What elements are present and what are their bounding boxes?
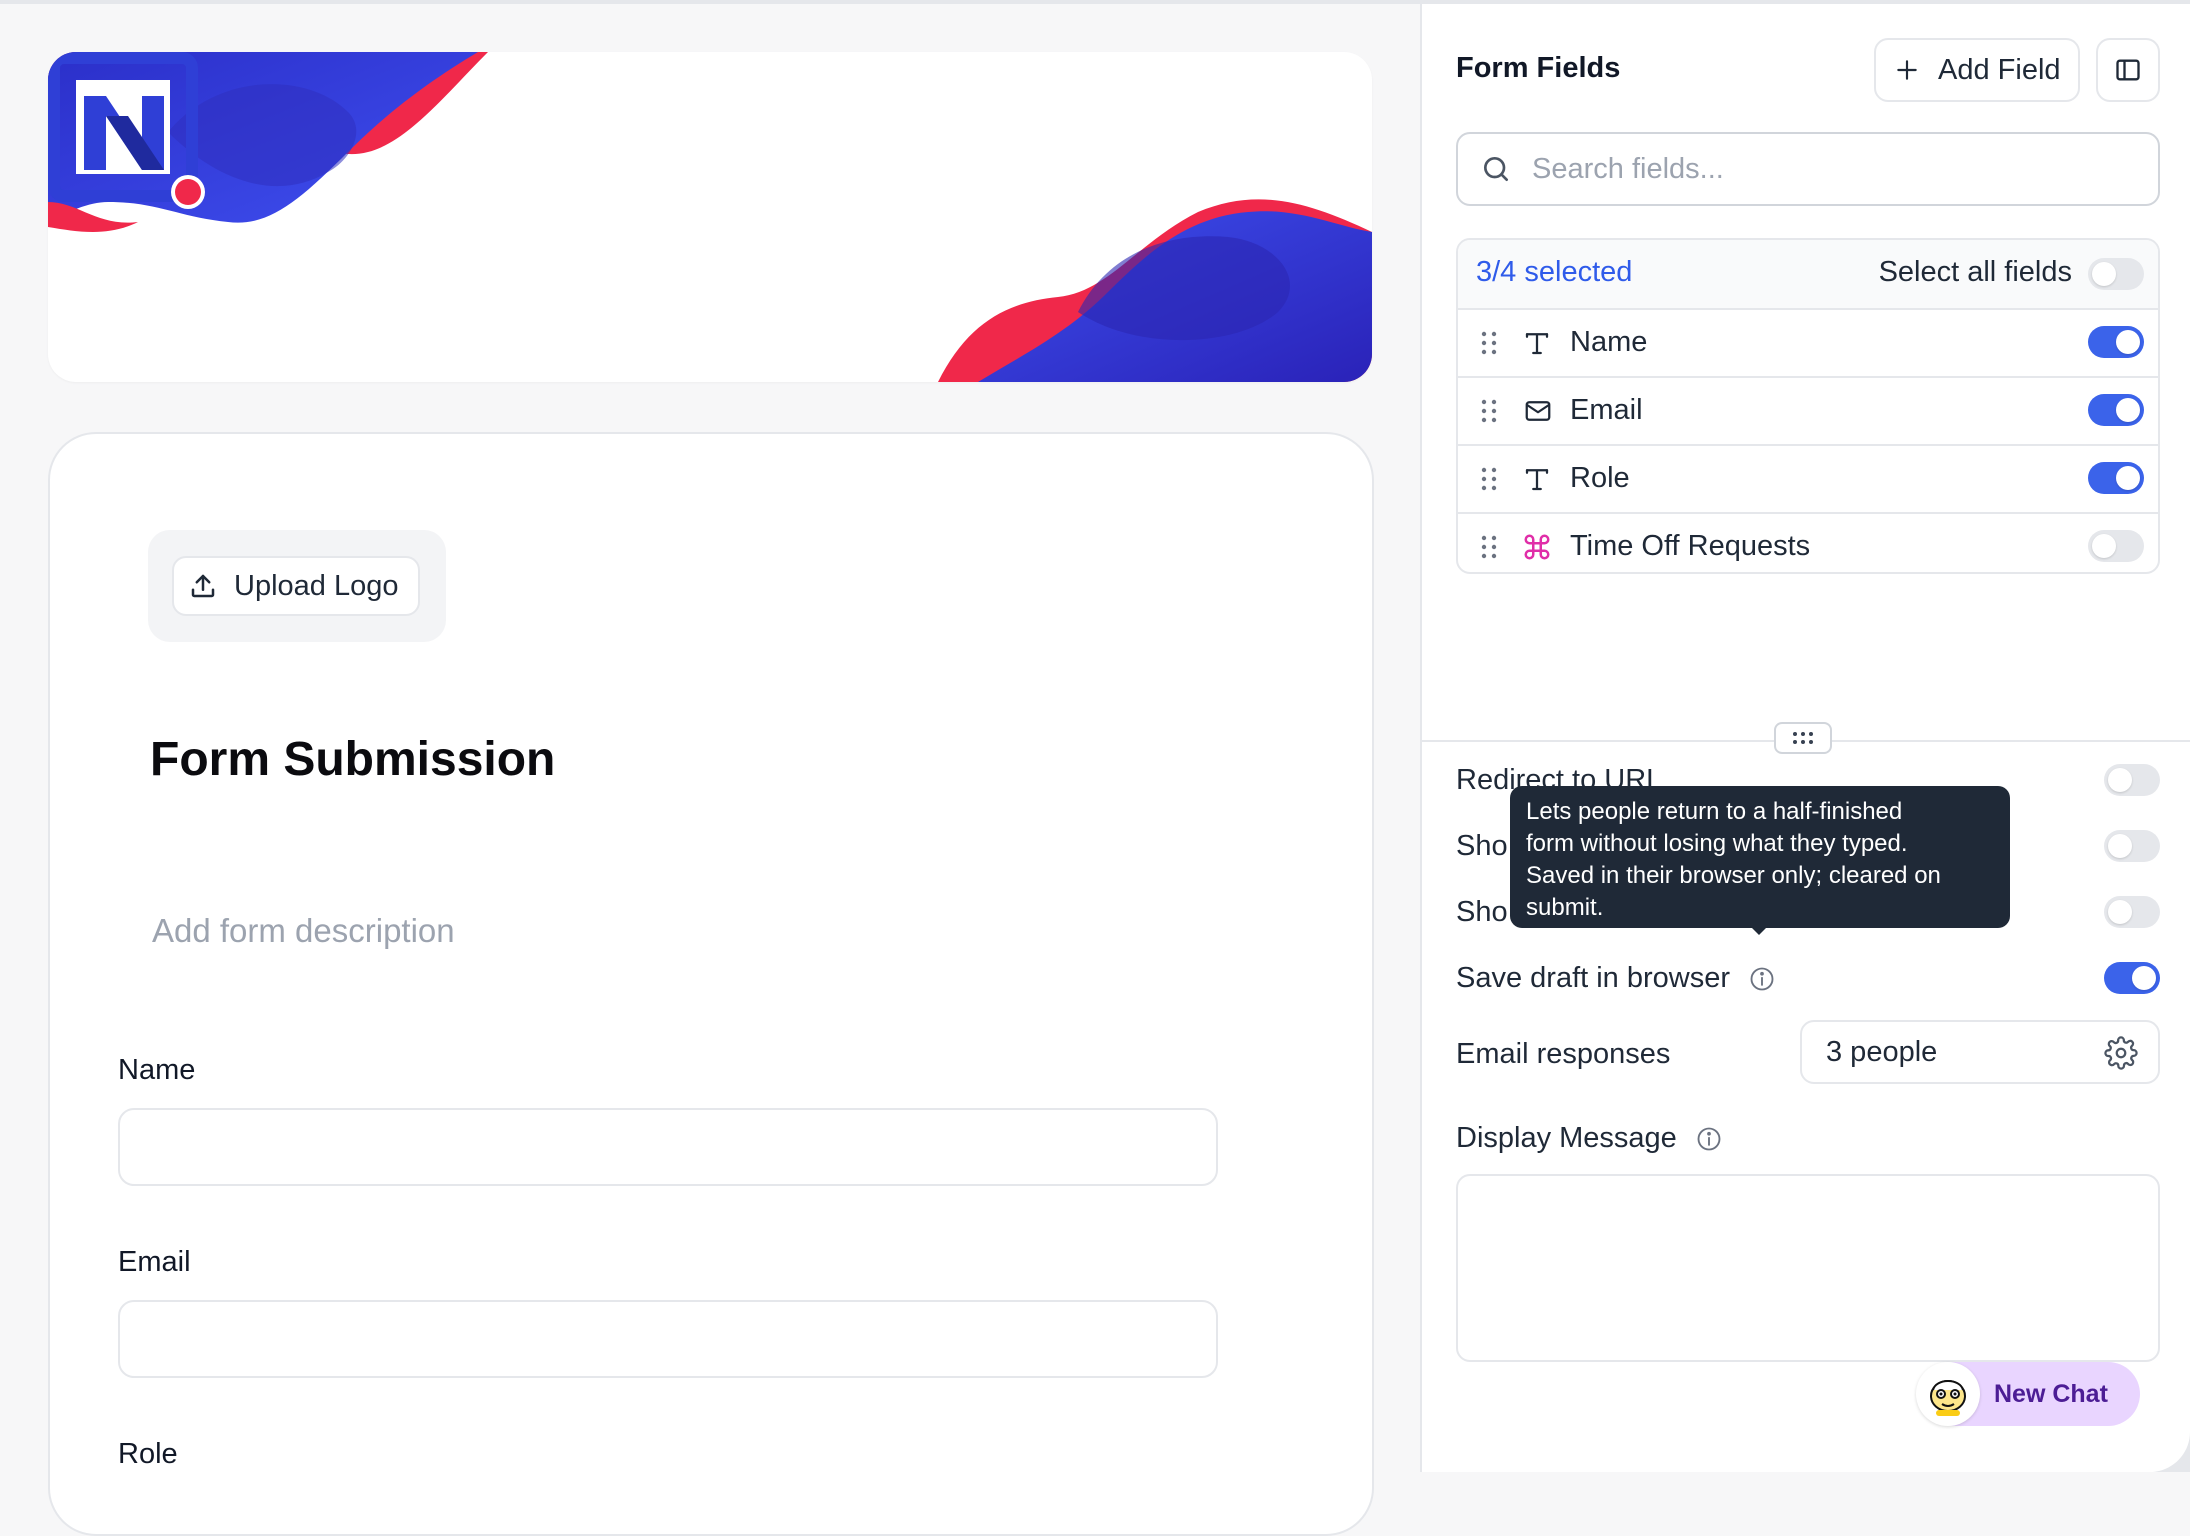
selected-count: 3/4 selected [1476,256,1633,288]
resize-handle[interactable] [1774,722,1832,754]
form-description-input[interactable]: Add form description [152,912,455,950]
upload-logo-label: Upload Logo [234,569,399,602]
tooltip-line: submit. [1526,894,1604,921]
plus-icon [1897,60,1917,80]
field-row-name[interactable]: Name [1458,310,2158,378]
form-title[interactable]: Form Submission [150,732,555,787]
display-message-textarea[interactable] [1456,1174,2160,1362]
grip-icon [1793,732,1813,744]
banner-waves-illustration [48,52,1372,382]
setting-label-2: Sho [1456,830,1508,862]
gear-icon[interactable] [2104,1036,2138,1070]
tooltip-arrow [1750,926,1768,935]
field-row-time-off-requests[interactable]: Time Off Requests [1458,514,2158,572]
new-chat-button[interactable]: New Chat [1916,1362,2140,1426]
setting-toggle-2[interactable] [2104,830,2160,862]
field-toggle-email[interactable] [2088,394,2144,426]
field-name: Role [1570,462,1630,494]
tooltip-line: form without losing what they typed. [1526,830,1908,857]
name-field-label: Name [118,1054,196,1086]
display-message-text: Display Message [1456,1122,1677,1154]
email-field-input[interactable] [118,1300,1218,1378]
select-all-label: Select all fields [1878,256,2072,288]
form-card: Upload Logo Form Submission Add form des… [48,432,1374,1536]
info-icon[interactable] [1748,965,1776,993]
command-icon [1524,534,1550,560]
tooltip-line: Saved in their browser only; cleared on [1526,862,1941,889]
save-draft-toggle[interactable] [2104,962,2160,994]
upload-logo-button[interactable]: Upload Logo [172,556,420,616]
field-name: Name [1570,326,1648,358]
field-toggle-name[interactable] [2088,326,2144,358]
drag-handle-icon[interactable] [1480,398,1498,424]
save-draft-tooltip: Lets people return to a half-finished fo… [1510,786,2010,928]
drag-handle-icon[interactable] [1480,330,1498,356]
setting-label-3: Sho [1456,896,1508,928]
redirect-url-toggle[interactable] [2104,764,2160,796]
save-draft-text: Save draft in browser [1456,962,1731,994]
name-field-input[interactable] [118,1108,1218,1186]
fields-list: 3/4 selected Select all fields Name Emai… [1456,238,2160,574]
email-responses-selector[interactable]: 3 people [1800,1020,2160,1084]
field-name: Time Off Requests [1570,530,1811,562]
field-row-role[interactable]: Role [1458,446,2158,514]
info-icon[interactable] [1695,1125,1723,1153]
field-toggle-time-off-requests[interactable] [2088,530,2144,562]
upload-logo-area: Upload Logo [148,530,446,642]
form-preview: Upload Logo Form Submission Add form des… [0,4,1420,1536]
panel-title: Form Fields [1456,52,1621,84]
text-type-icon [1525,469,1549,491]
drag-handle-icon[interactable] [1480,534,1498,560]
email-responses-value: 3 people [1826,1035,1938,1068]
brand-logo-icon [48,52,205,209]
assistant-avatar-icon [1916,1362,1980,1426]
form-banner [48,52,1372,382]
select-all-toggle[interactable] [2088,258,2144,290]
window-corner [2150,1432,2190,1472]
new-chat-label: New Chat [1994,1379,2108,1408]
field-name: Email [1570,394,1643,426]
email-field-label: Email [118,1246,191,1278]
save-draft-label: Save draft in browser [1456,962,1776,995]
mail-icon [1525,401,1551,421]
field-toggle-role[interactable] [2088,462,2144,494]
search-fields-box [1456,132,2160,206]
add-field-label: Add Field [1938,53,2061,86]
fields-list-header: 3/4 selected Select all fields [1458,240,2158,310]
display-message-label: Display Message [1456,1122,1723,1155]
email-responses-label: Email responses [1456,1038,1671,1070]
search-fields-input[interactable] [1530,151,2114,187]
toggle-sidebar-button[interactable] [2096,38,2160,102]
mascot-icon [1930,1380,1966,1416]
text-type-icon [1525,333,1549,355]
upload-icon [191,574,215,598]
role-field-label: Role [118,1438,178,1470]
setting-toggle-3[interactable] [2104,896,2160,928]
add-field-button[interactable]: Add Field [1874,38,2080,102]
tooltip-line: Lets people return to a half-finished [1526,798,1903,825]
search-icon [1484,157,1508,181]
drag-handle-icon[interactable] [1480,466,1498,492]
form-fields-panel: Form Fields Add Field 3/4 selected Selec… [1420,4,2190,1472]
field-row-email[interactable]: Email [1458,378,2158,446]
sidebar-panel-icon [2116,59,2140,81]
